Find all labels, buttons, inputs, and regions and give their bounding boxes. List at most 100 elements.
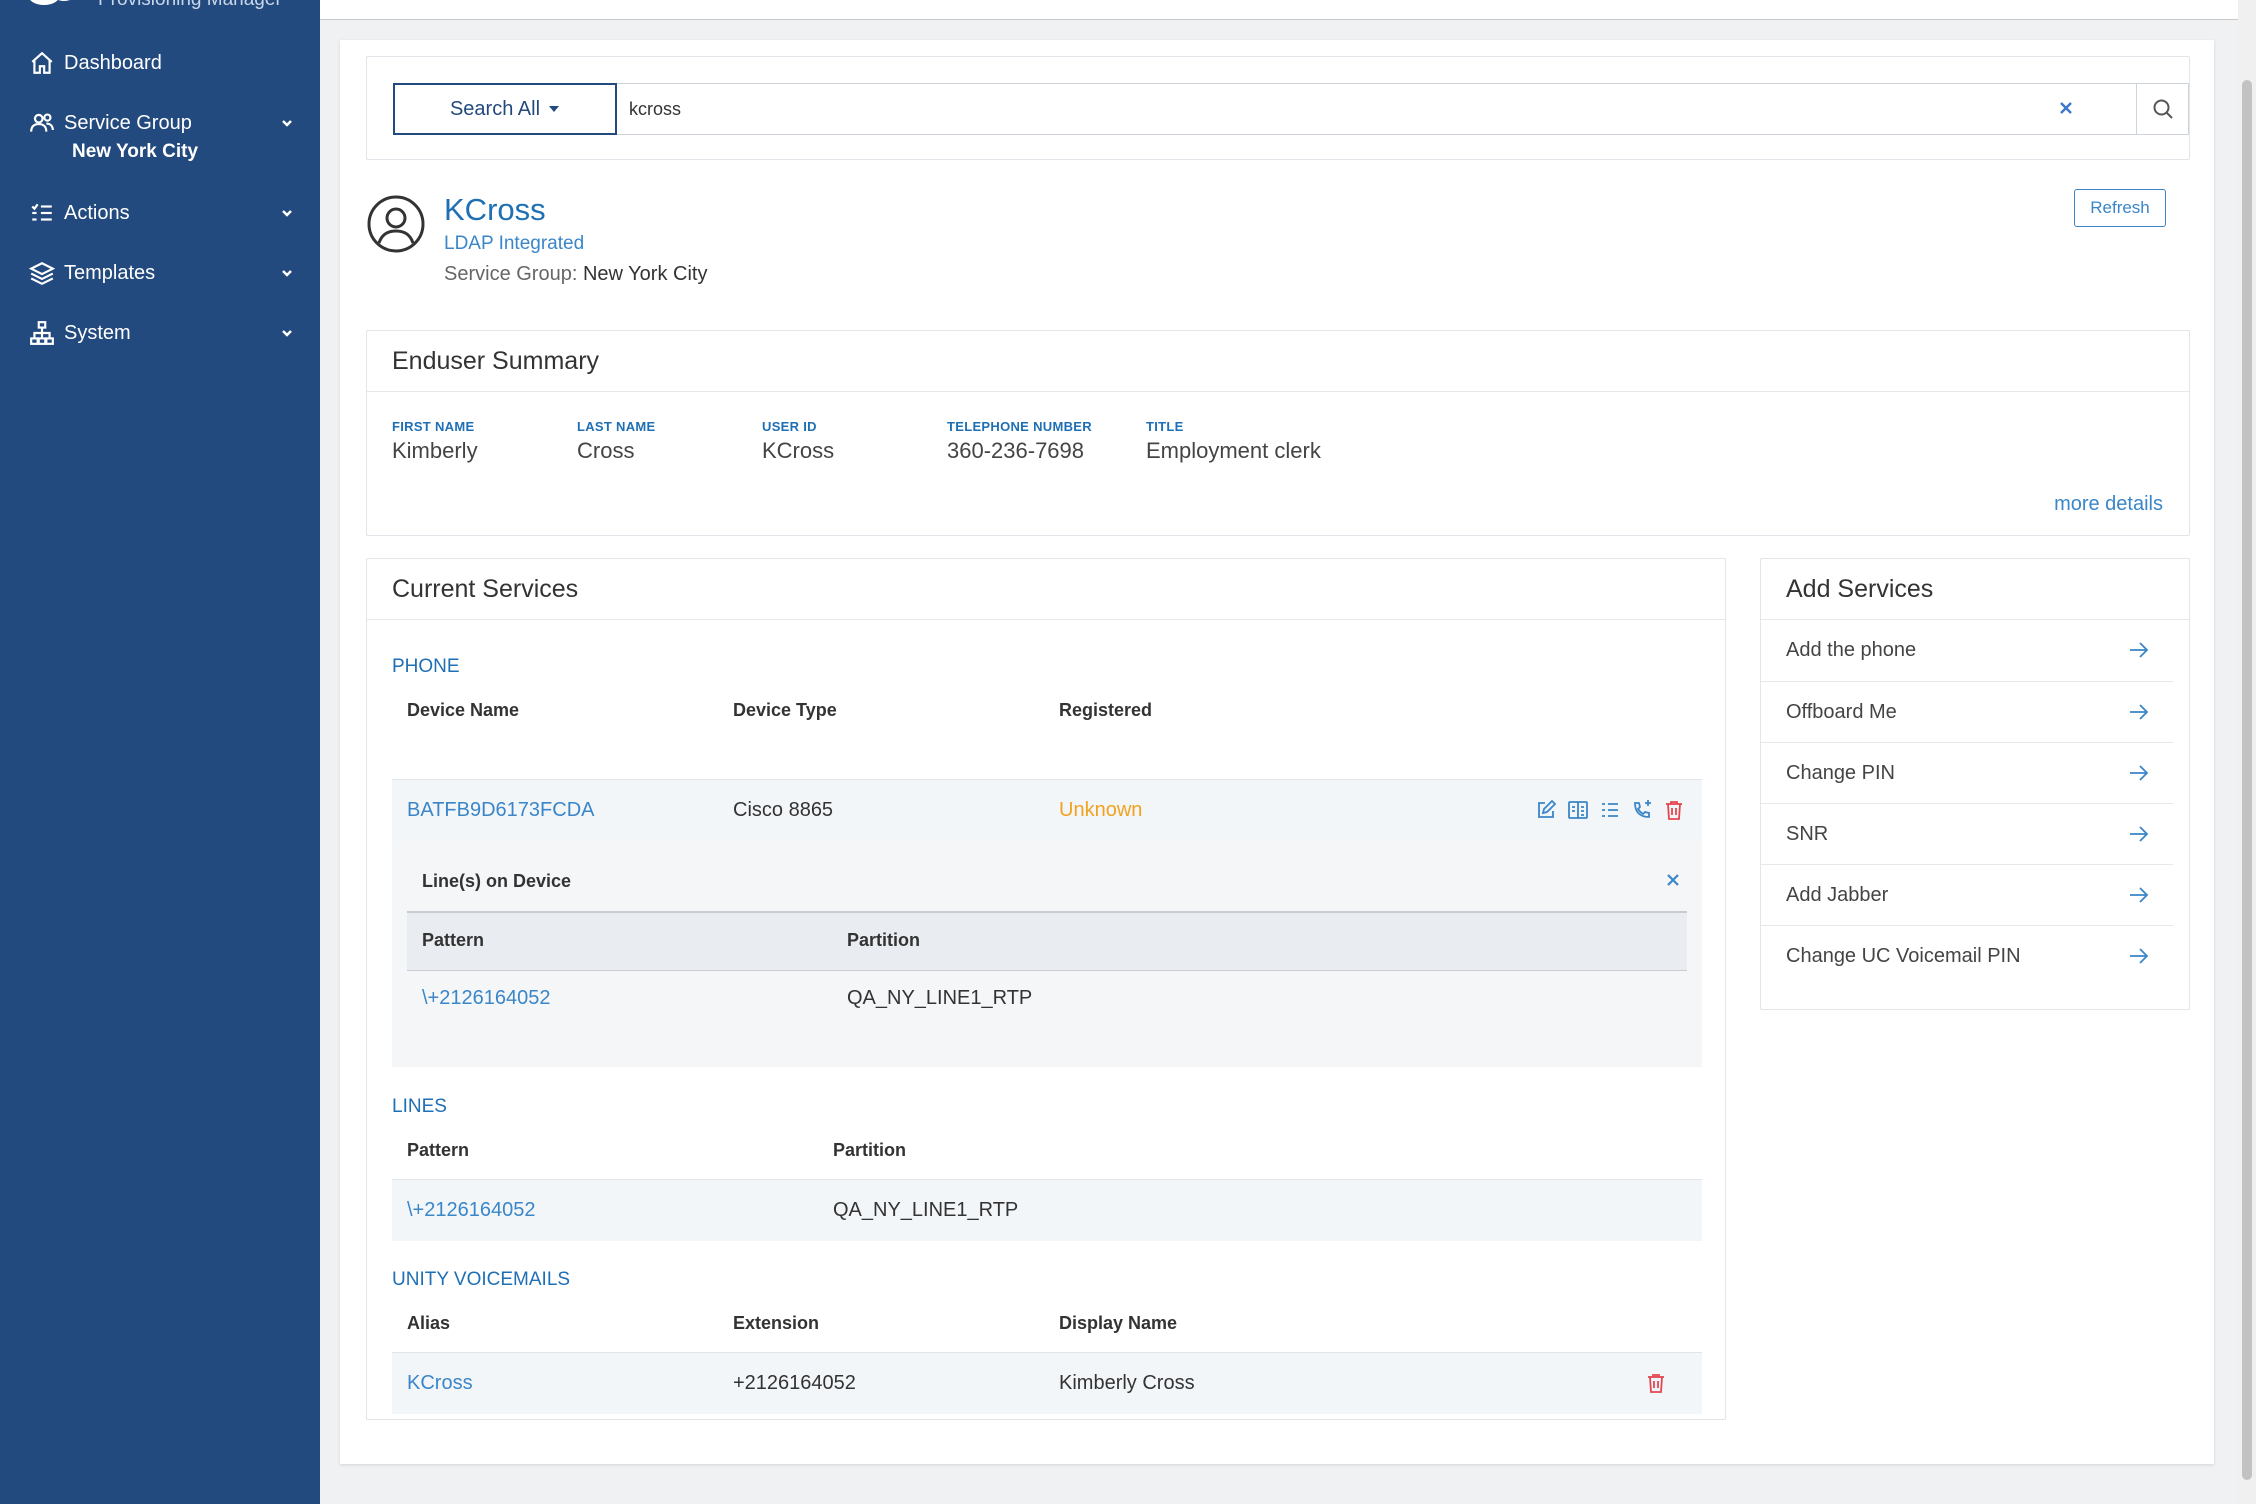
sidebar-item-label: Service Group [64, 111, 192, 134]
add-services-card: Add Services Add the phone Offboard Me C… [1760, 558, 2190, 1010]
ldap-status: LDAP Integrated [444, 233, 585, 254]
row-actions [1535, 799, 1685, 821]
chevron-down-icon [278, 264, 296, 282]
column-header: Partition [833, 1140, 907, 1160]
search-scope-label: Search All [449, 97, 541, 120]
device-name-link[interactable]: BATFB9D6173FCDA [407, 799, 594, 822]
arrow-right-icon [2127, 700, 2151, 724]
search-button[interactable] [2137, 83, 2189, 135]
line-pattern-link[interactable]: \+2126164052 [422, 987, 550, 1010]
chevron-down-icon [278, 324, 296, 342]
user-name-link[interactable]: KCross [444, 192, 546, 228]
card-title: Add Services [1786, 575, 1934, 603]
sidebar-item-service-group[interactable]: Service Group [28, 108, 296, 138]
sidebar-item-dashboard[interactable]: Dashboard [28, 48, 296, 78]
column-header: Registered [1059, 700, 1153, 720]
sidebar-item-templates[interactable]: Templates [28, 258, 296, 288]
field-label: FIRST NAME [392, 419, 475, 434]
table-row: BATFB9D6173FCDA Cisco 8865 Unknown [392, 779, 1702, 841]
details-list-icon[interactable] [1599, 799, 1621, 821]
divider [367, 391, 2189, 392]
field-value: 360-236-7698 [947, 438, 1085, 463]
summary-title: TITLE Employment clerk [1146, 419, 1321, 464]
top-bar [320, 0, 2256, 20]
delete-icon[interactable] [1663, 799, 1685, 821]
column-header: Device Type [733, 700, 837, 720]
enduser-summary-card: Enduser Summary FIRST NAME Kimberly LAST… [366, 330, 2190, 536]
column-header: Alias [407, 1313, 451, 1333]
delete-icon[interactable] [1645, 1372, 1667, 1394]
voicemail-section-title: UNITY VOICEMAILS [392, 1269, 571, 1290]
brand: Provisioning Manager [28, 0, 282, 14]
sitemap-icon [28, 319, 56, 347]
user-service-group: Service Group: New York City [444, 263, 707, 286]
service-group-label: Service Group: [444, 263, 578, 285]
summary-first-name: FIRST NAME Kimberly [392, 419, 478, 464]
add-service-label: Add Jabber [1786, 884, 1889, 906]
add-service-add-jabber[interactable]: Add Jabber [1761, 864, 2173, 925]
field-label: TITLE [1146, 419, 1184, 434]
field-label: USER ID [762, 419, 817, 434]
voicemail-display-name: Kimberly Cross [1059, 1372, 1195, 1394]
arrow-right-icon [2127, 761, 2151, 785]
voicemail-extension: +2126164052 [733, 1372, 856, 1394]
scrollbar-thumb[interactable] [2242, 80, 2252, 1480]
home-icon [28, 49, 56, 77]
current-services-card: Current Services PHONE Device Name Devic… [366, 558, 1726, 1420]
field-value: Kimberly [392, 438, 478, 463]
users-icon [28, 109, 56, 137]
list-check-icon [28, 199, 56, 227]
column-header: Display Name [1059, 1313, 1178, 1333]
sidebar-item-label: System [64, 321, 131, 344]
sidebar-item-sublabel: New York City [72, 141, 199, 162]
search-scope-dropdown[interactable]: Search All [393, 83, 617, 135]
summary-user-id: USER ID KCross [762, 419, 834, 464]
field-value: Cross [577, 438, 635, 463]
line-pattern-link[interactable]: \+2126164052 [407, 1199, 535, 1222]
column-header: Partition [847, 930, 921, 950]
summary-last-name: LAST NAME Cross [577, 419, 656, 464]
column-header: Pattern [422, 930, 485, 950]
lines-on-device-panel: Line(s) on Device Pattern Partition \+21… [392, 841, 1702, 1067]
arrow-right-icon [2127, 944, 2151, 968]
close-icon[interactable] [1664, 871, 1682, 889]
lines-section-title: LINES [392, 1096, 447, 1117]
search-input[interactable] [617, 83, 2137, 135]
registration-status: Unknown [1059, 799, 1143, 821]
refresh-button[interactable]: Refresh [2074, 189, 2166, 227]
field-label: TELEPHONE NUMBER [947, 419, 1092, 434]
add-service-label: Change UC Voicemail PIN [1786, 945, 2021, 967]
add-service-label: SNR [1786, 823, 1829, 845]
vertical-scrollbar[interactable] [2238, 0, 2256, 1504]
summary-telephone: TELEPHONE NUMBER 360-236-7698 [947, 419, 1092, 464]
add-service-change-pin[interactable]: Change PIN [1761, 742, 2173, 803]
sidebar-item-label: Dashboard [64, 51, 162, 74]
add-service-add-phone[interactable]: Add the phone [1761, 620, 2173, 681]
caret-down-icon [549, 106, 560, 112]
sidebar-item-actions[interactable]: Actions [28, 198, 296, 228]
column-header: Pattern [407, 1140, 470, 1160]
voicemail-alias-link[interactable]: KCross [407, 1372, 473, 1395]
add-service-label: Offboard Me [1786, 701, 1897, 723]
column-header: Extension [733, 1313, 820, 1333]
column-header: Device Name [407, 700, 520, 720]
chevron-down-icon [278, 204, 296, 222]
chevron-down-icon [278, 114, 296, 132]
more-details-link[interactable]: more details [2054, 493, 2163, 516]
add-service-snr[interactable]: SNR [1761, 803, 2173, 864]
clear-search-icon[interactable] [2055, 97, 2077, 119]
add-service-change-voicemail-pin[interactable]: Change UC Voicemail PIN [1761, 925, 2173, 986]
brand-name: Provisioning Manager [98, 0, 282, 11]
service-group-value: New York City [582, 263, 708, 285]
add-service-label: Add the phone [1786, 639, 1917, 661]
arrow-right-icon [2127, 822, 2151, 846]
table-row: \+2126164052 QA_NY_LINE1_RTP [392, 1179, 1702, 1241]
phone-book-icon[interactable] [1567, 799, 1589, 821]
edit-icon[interactable] [1535, 799, 1557, 821]
main-content: Search All KCross LDAP Integrated Servic… [340, 40, 2214, 1464]
sidebar: Provisioning Manager Dashboard Service G… [0, 0, 320, 1504]
add-line-phone-icon[interactable] [1631, 799, 1653, 821]
add-service-offboard-me[interactable]: Offboard Me [1761, 681, 2173, 742]
table-row: KCross +2126164052 Kimberly Cross [392, 1352, 1702, 1414]
sidebar-item-system[interactable]: System [28, 318, 296, 348]
